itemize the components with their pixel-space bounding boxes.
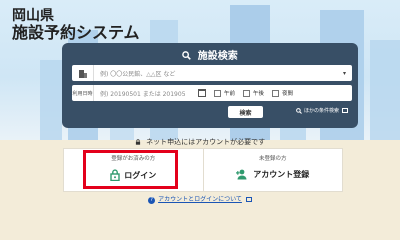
- help-icon: ?: [148, 197, 156, 204]
- login-section-label: 登録がお済みの方: [111, 156, 156, 162]
- option-afternoon[interactable]: 午後: [243, 89, 264, 97]
- checkbox-afternoon[interactable]: [243, 89, 251, 97]
- search-icon: [182, 51, 192, 60]
- lock-icon: [135, 139, 140, 145]
- account-help-link-text: アカウントとログインについて: [158, 196, 242, 203]
- facility-search-panel: 施設検索 例) 〇〇公民館、△△区 など ▾ 利用日時 例) 20190501 …: [62, 43, 358, 128]
- search-heading-text: 施設検索: [197, 51, 238, 62]
- register-section-label: 未登録の方: [258, 156, 287, 162]
- search-panel-heading: 施設検索: [62, 47, 358, 62]
- option-morning[interactable]: 午前: [214, 89, 235, 97]
- date-tag-label: 利用日時: [72, 85, 94, 101]
- account-notice: ネット申込にはアカウントが必要です: [0, 137, 400, 147]
- chevron-down-icon: ▾: [342, 69, 346, 77]
- checkbox-morning[interactable]: [214, 89, 221, 97]
- other-conditions-link[interactable]: ほかの条件検索: [296, 107, 348, 114]
- external-link-icon: [245, 197, 252, 202]
- option-night[interactable]: 夜間: [272, 89, 293, 97]
- checkbox-night[interactable]: [272, 89, 280, 97]
- option-morning-label: 午前: [224, 91, 236, 97]
- building-icon: [72, 65, 94, 81]
- search-submit-button[interactable]: 検索: [228, 106, 263, 118]
- building-graphic: [370, 40, 400, 140]
- other-conditions-label: ほかの条件検索: [303, 108, 339, 114]
- register-button-label: アカウント登録: [253, 170, 310, 179]
- date-input[interactable]: 例) 20190501 または 201905: [100, 89, 196, 98]
- calendar-icon[interactable]: [198, 89, 206, 97]
- register-section[interactable]: 未登録の方 アカウント登録: [202, 149, 343, 191]
- add-user-icon: [236, 169, 247, 180]
- facility-placeholder: 例) 〇〇公民館、△△区 など: [100, 70, 176, 78]
- site-title-line1: 岡山県: [12, 8, 54, 24]
- account-help-link[interactable]: ? アカウントとログインについて: [0, 194, 400, 204]
- site-title[interactable]: 岡山県 施設予約システム: [12, 8, 140, 42]
- list-icon: [342, 108, 348, 113]
- account-notice-text: ネット申込にはアカウントが必要です: [146, 138, 266, 146]
- option-afternoon-label: 午後: [253, 91, 265, 97]
- site-title-line2: 施設予約システム: [12, 23, 140, 43]
- date-row: 利用日時 例) 20190501 または 201905 午前 午後 夜間: [72, 85, 352, 101]
- login-button[interactable]: ログイン: [110, 169, 156, 181]
- login-button-label: ログイン: [124, 170, 157, 180]
- login-card: 登録がお済みの方 ログイン 未登録の方 アカウント登録: [63, 148, 343, 192]
- option-night-label: 夜間: [282, 91, 294, 97]
- register-button[interactable]: アカウント登録: [236, 169, 309, 180]
- login-section[interactable]: 登録がお済みの方 ログイン: [64, 149, 203, 191]
- building-graphic: [40, 60, 62, 140]
- facility-select[interactable]: 例) 〇〇公民館、△△区 など ▾: [72, 65, 352, 81]
- search-icon: [296, 107, 302, 114]
- lock-icon: [110, 169, 120, 181]
